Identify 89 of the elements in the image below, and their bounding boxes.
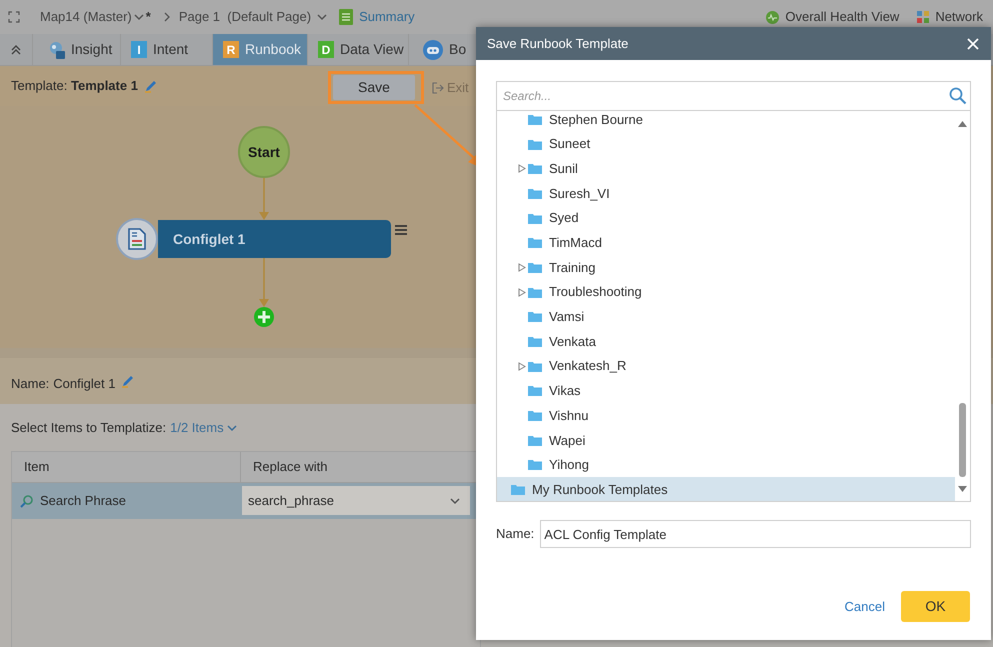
folder-icon: [528, 459, 542, 470]
name-value: Configlet 1: [53, 375, 116, 393]
folder-icon: [528, 410, 542, 422]
tab-badge: I: [131, 41, 147, 58]
folder-item[interactable]: Vishnu: [497, 403, 955, 428]
chevron-down-icon[interactable]: [317, 12, 328, 22]
folder-item[interactable]: Wapei: [497, 428, 955, 453]
folder-icon: [528, 262, 542, 273]
column-header[interactable]: Item: [12, 452, 242, 482]
configlet-node[interactable]: Configlet 1: [158, 220, 391, 258]
brain-icon: [47, 40, 65, 58]
exit-icon: [432, 82, 444, 94]
folder-item[interactable]: Syed: [497, 206, 955, 230]
tab[interactable]: I Intent: [121, 34, 213, 65]
chevron-down-icon: [450, 496, 460, 506]
close-icon[interactable]: [967, 38, 979, 50]
folder-item[interactable]: Vamsi: [497, 304, 955, 330]
modified-mark: *: [146, 8, 151, 26]
add-icon[interactable]: [254, 307, 274, 327]
tab-badge: R: [223, 41, 239, 58]
save-button[interactable]: Save: [333, 75, 415, 100]
folder-item[interactable]: TimMacd: [497, 230, 955, 256]
chevron-right-icon: [162, 12, 171, 22]
start-node[interactable]: Start: [238, 126, 290, 178]
folder-icon: [528, 311, 542, 322]
top-link[interactable]: Overall Health View: [785, 7, 900, 27]
search-field[interactable]: Search...: [496, 81, 971, 111]
folder-item[interactable]: Troubleshooting: [497, 280, 955, 304]
chevron-down-icon[interactable]: [134, 12, 144, 22]
template-label: Template: Template 1: [11, 77, 138, 96]
folder-icon: [528, 114, 542, 125]
key-search-icon: [20, 494, 34, 508]
tab[interactable]: D Data View: [308, 34, 409, 65]
name-label: Name:: [496, 525, 534, 544]
folder-item[interactable]: Venkatesh_R: [497, 354, 955, 379]
menu-icon[interactable]: [395, 225, 407, 235]
templatize-label: Select Items to Templatize:: [11, 419, 166, 437]
pencil-icon[interactable]: [144, 79, 158, 93]
folder-item[interactable]: Yihong: [497, 452, 955, 478]
folder-icon: [528, 434, 542, 446]
map-name[interactable]: Map14 (Master): [40, 7, 132, 27]
folder-item[interactable]: Sunil: [497, 156, 955, 182]
column-header[interactable]: Replace with: [241, 452, 480, 482]
name-label: Name:: [11, 375, 50, 393]
scroll-down-icon[interactable]: [958, 486, 967, 492]
pulse-icon: [766, 10, 780, 24]
tab-badge: D: [318, 41, 334, 58]
list-icon: [339, 9, 354, 25]
search-icon[interactable]: [949, 87, 967, 105]
cancel-button[interactable]: Cancel: [844, 596, 885, 616]
expand-arrow-icon[interactable]: [518, 362, 526, 371]
expand-arrow-icon[interactable]: [518, 262, 526, 272]
folder-item[interactable]: Training: [497, 255, 955, 280]
pencil-icon[interactable]: [121, 374, 136, 388]
folder-icon: [528, 360, 542, 372]
expand-arrow-icon[interactable]: [518, 288, 526, 297]
ok-button[interactable]: OK: [901, 591, 970, 622]
scroll-thumb[interactable]: [959, 403, 966, 477]
robot-icon: [423, 40, 443, 60]
folder-icon: [528, 385, 542, 396]
expand-arrow-icon[interactable]: [518, 164, 526, 174]
folder-icon: [528, 286, 542, 298]
double-chevron-up-icon: [11, 44, 21, 54]
folder-item[interactable]: Suneet: [497, 132, 955, 156]
tab[interactable]: Insight: [33, 34, 121, 65]
folder-icon: [528, 188, 542, 199]
grid-icon: [917, 11, 930, 23]
page-name[interactable]: Page 1 (Default Page): [178, 7, 312, 27]
folder-icon: [528, 138, 542, 150]
table-cell-text: Search Phrase: [40, 492, 126, 510]
replace-dropdown[interactable]: search_phrase: [242, 486, 470, 515]
folder-item[interactable]: Stephen Bourne: [497, 111, 955, 132]
folder-icon: [528, 237, 542, 248]
folder-icon: [511, 484, 525, 496]
folder-item[interactable]: My Runbook Templates: [497, 477, 955, 501]
folder-icon: [528, 163, 542, 174]
document-icon: [116, 218, 158, 260]
connector-arrow: [259, 258, 269, 307]
expand-icon[interactable]: [8, 11, 20, 23]
name-field[interactable]: ACL Config Template: [540, 520, 971, 548]
folder-item[interactable]: Venkata: [497, 329, 955, 354]
top-link[interactable]: Network: [935, 7, 983, 27]
connector-arrow: [259, 178, 269, 220]
chevron-down-icon: [226, 422, 237, 433]
folder-icon: [528, 212, 542, 224]
dialog-title: Save Runbook Template: [487, 34, 628, 53]
folder-item[interactable]: Suresh_VI: [497, 181, 955, 206]
folder-item[interactable]: Vikas: [497, 378, 955, 404]
scroll-up-icon[interactable]: [958, 121, 967, 127]
